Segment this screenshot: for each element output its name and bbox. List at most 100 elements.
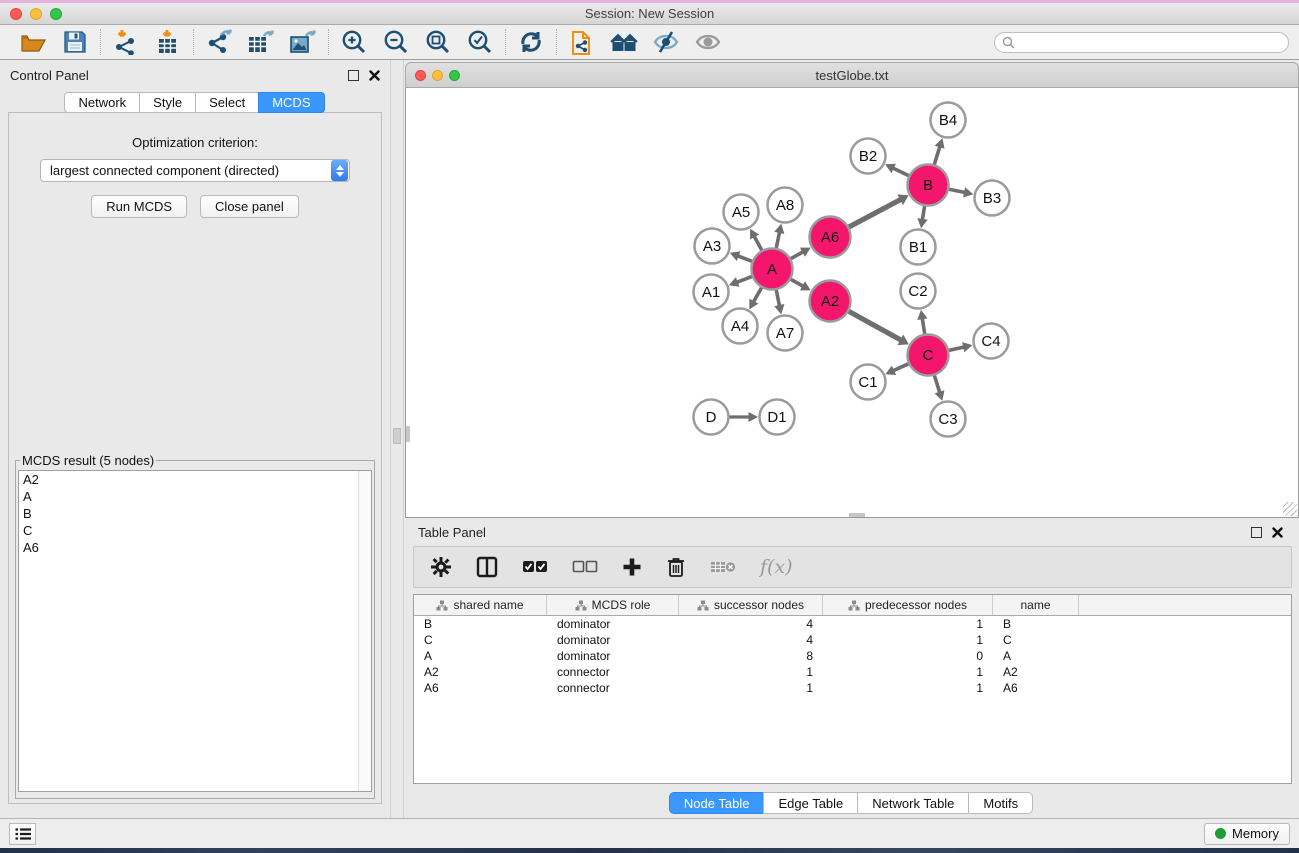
table-cell[interactable]: A [993,649,1079,663]
graph-edge-C-C1[interactable] [893,364,908,371]
graph-edge-A-A6[interactable] [791,252,803,259]
tab-edge-table[interactable]: Edge Table [763,792,858,814]
table-row[interactable]: Cdominator41C [414,632,1291,648]
table-cell[interactable]: 4 [679,633,823,647]
tab-network-table[interactable]: Network Table [857,792,969,814]
network-canvas[interactable]: B4B2BB3A8A5A6A3B1AA1C2A2A4A7C4CC1DD1C3 [405,88,1299,518]
memory-button[interactable]: Memory [1204,823,1290,845]
table-cell[interactable]: 1 [679,681,823,695]
splitter-thumb-icon[interactable] [393,428,401,444]
tab-mcds[interactable]: MCDS [258,92,324,113]
tab-node-table[interactable]: Node Table [669,792,765,814]
column-header-name[interactable]: name [993,595,1079,615]
import-table-button[interactable] [153,28,183,56]
home-panels-button[interactable] [609,28,639,56]
table-cell[interactable]: C [993,633,1079,647]
table-row[interactable]: A2connector11A2 [414,664,1291,680]
run-mcds-button[interactable]: Run MCDS [91,195,187,218]
graph-edge-C-C2[interactable] [922,318,924,334]
resize-gripper-icon[interactable] [1283,502,1297,516]
delete-column-button[interactable] [666,552,686,582]
show-graphics-details-button[interactable] [693,28,723,56]
table-cell[interactable]: C [414,633,547,647]
create-column-button[interactable] [622,552,642,582]
table-cell[interactable]: B [414,617,547,631]
mcds-result-list[interactable]: A2ABCA6 [18,470,372,792]
hide-graphics-details-button[interactable] [651,28,681,56]
save-session-button[interactable] [60,28,90,56]
result-list-item[interactable]: A [19,488,371,505]
table-cell[interactable]: 1 [823,633,993,647]
table-cell[interactable]: A6 [414,681,547,695]
graph-edge-B-B4[interactable] [934,146,940,164]
zoom-out-button[interactable] [381,28,411,56]
zoom-in-button[interactable] [339,28,369,56]
graph-edge-A-A3[interactable] [738,256,752,261]
tab-motifs[interactable]: Motifs [968,792,1033,814]
graph-edge-A6-B[interactable] [849,199,901,227]
result-list-item[interactable]: A6 [19,539,371,556]
table-cell[interactable]: 0 [823,649,993,663]
export-network-button[interactable] [204,28,234,56]
close-panel-button[interactable]: Close panel [200,195,299,218]
vertical-scroll-thumb[interactable] [406,426,410,442]
zoom-selected-button[interactable] [465,28,495,56]
column-header-shared-name[interactable]: shared name [414,595,547,615]
table-row[interactable]: A6connector11A6 [414,680,1291,696]
column-header-MCDS-role[interactable]: MCDS role [547,595,679,615]
table-float-panel-icon[interactable] [1251,527,1262,538]
panel-splitter[interactable] [390,60,404,818]
graph-edge-A-A5[interactable] [754,236,762,250]
table-cell[interactable]: 4 [679,617,823,631]
import-network-button[interactable] [111,28,141,56]
graph-edge-B-B1[interactable] [922,206,924,220]
delete-table-button[interactable] [710,552,736,582]
table-cell[interactable]: A [414,649,547,663]
table-cell[interactable]: dominator [547,633,679,647]
graph-edge-A-A8[interactable] [776,232,779,248]
table-cell[interactable]: 8 [679,649,823,663]
graph-edge-C-C3[interactable] [934,376,939,393]
table-cell[interactable]: connector [547,681,679,695]
graph-edge-A-A1[interactable] [737,277,752,283]
open-file-button[interactable] [18,28,48,56]
result-list-item[interactable]: A2 [19,471,371,488]
float-panel-icon[interactable] [348,70,359,81]
close-panel-icon[interactable] [369,70,380,81]
table-cell[interactable]: A6 [993,681,1079,695]
apply-layout-button[interactable] [516,28,546,56]
task-history-button[interactable] [9,823,36,845]
table-settings-button[interactable] [430,552,452,582]
column-header-successor-nodes[interactable]: successor nodes [679,595,823,615]
column-header-predecessor-nodes[interactable]: predecessor nodes [823,595,993,615]
select-all-columns-button[interactable] [522,552,548,582]
function-builder-button[interactable]: f(x) [760,552,793,582]
table-cell[interactable]: 1 [823,681,993,695]
graph-edge-A2-C[interactable] [849,311,901,340]
table-row[interactable]: Bdominator41B [414,616,1291,632]
criterion-dropdown[interactable]: largest connected component (directed) [40,159,350,182]
table-row[interactable]: Adominator80A [414,648,1291,664]
graph-edge-A-A4[interactable] [753,288,761,302]
tab-select[interactable]: Select [195,92,259,113]
network-from-file-button[interactable] [567,28,597,56]
table-cell[interactable]: A2 [993,665,1079,679]
show-column-button[interactable] [476,552,498,582]
unselect-all-columns-button[interactable] [572,552,598,582]
graph-edge-B-B2[interactable] [893,168,909,176]
table-cell[interactable]: connector [547,665,679,679]
export-table-button[interactable] [246,28,276,56]
tab-style[interactable]: Style [139,92,196,113]
export-image-button[interactable] [288,28,318,56]
table-close-panel-icon[interactable] [1272,527,1283,538]
table-cell[interactable]: 1 [823,665,993,679]
graph-edge-A-A2[interactable] [791,279,803,286]
table-cell[interactable]: A2 [414,665,547,679]
result-list-scrollbar[interactable] [358,471,371,791]
table-cell[interactable]: 1 [679,665,823,679]
table-cell[interactable]: dominator [547,649,679,663]
network-window-titlebar[interactable]: testGlobe.txt [405,62,1299,88]
zoom-fit-button[interactable] [423,28,453,56]
horizontal-scroll-thumb[interactable] [849,513,865,517]
tab-network[interactable]: Network [64,92,140,113]
